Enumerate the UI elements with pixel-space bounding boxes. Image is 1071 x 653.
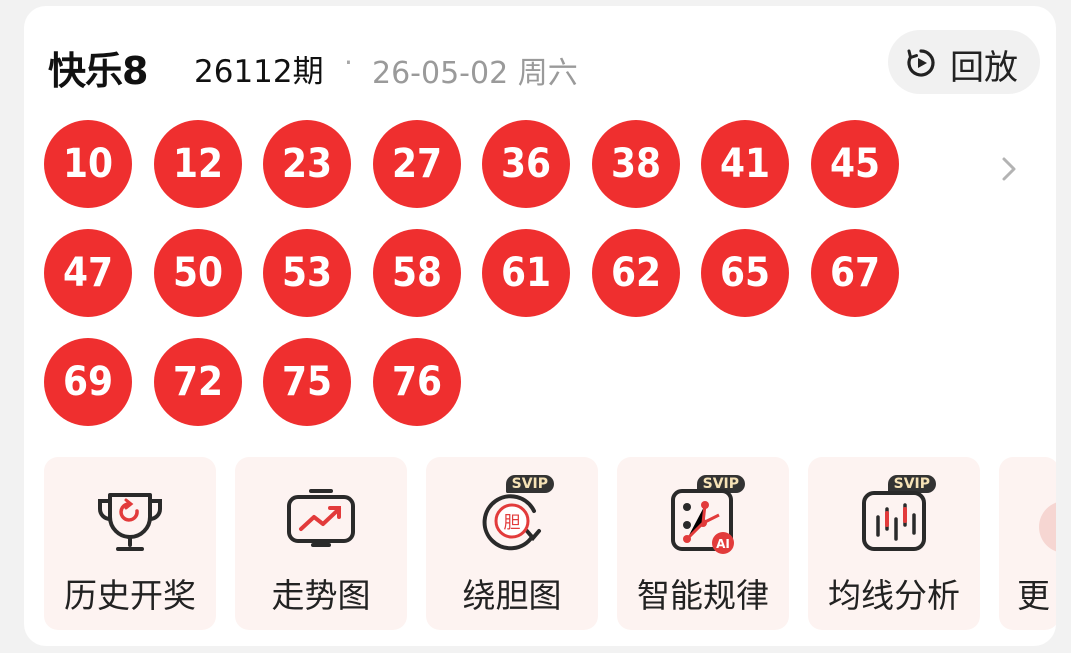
draw-date: 26-05-02 周六 xyxy=(372,56,578,91)
replay-icon xyxy=(907,49,935,77)
number-ball: 76 xyxy=(373,338,461,426)
feature-shortcuts: 历史开奖 走势图 SVIP 胆 绕胆图 SVIP AI 智能规律 SVIP 均线… xyxy=(44,457,1056,630)
ai-pattern-icon: AI xyxy=(671,489,734,554)
feature-trend-label: 走势图 xyxy=(271,576,371,615)
separator-dot: · xyxy=(344,46,353,79)
feature-ai-pattern-label: 智能规律 xyxy=(637,576,769,615)
feature-ai-pattern[interactable]: SVIP AI 智能规律 xyxy=(617,457,789,630)
issue-number: 26112期 xyxy=(194,54,324,90)
feature-more-label: 更 xyxy=(1017,576,1050,615)
feature-history-label: 历史开奖 xyxy=(64,576,196,615)
number-ball: 50 xyxy=(154,229,242,317)
trend-chart-icon xyxy=(287,489,355,547)
number-ball: 47 xyxy=(44,229,132,317)
number-ball: 10 xyxy=(44,120,132,208)
trophy-icon xyxy=(98,493,162,551)
number-ball: 45 xyxy=(811,120,899,208)
number-ball: 75 xyxy=(263,338,351,426)
number-ball: 27 xyxy=(373,120,461,208)
svg-text:AI: AI xyxy=(716,537,730,551)
number-ball: 41 xyxy=(701,120,789,208)
svg-text:胆: 胆 xyxy=(504,513,521,533)
cycle-dan-icon: 胆 xyxy=(482,494,541,551)
number-ball: 69 xyxy=(44,338,132,426)
number-ball: 53 xyxy=(263,229,351,317)
number-ball: 23 xyxy=(263,120,351,208)
lottery-result-card: 快乐8 26112期 · 26-05-02 周六 回放 10 12 23 27 … xyxy=(24,6,1056,646)
replay-label: 回放 xyxy=(950,48,1018,88)
number-ball: 12 xyxy=(154,120,242,208)
feature-moving-average-label: 均线分析 xyxy=(828,576,960,615)
number-ball: 61 xyxy=(482,229,570,317)
number-ball: 72 xyxy=(154,338,242,426)
feature-dan[interactable]: SVIP 胆 绕胆图 xyxy=(426,457,598,630)
feature-history[interactable]: 历史开奖 xyxy=(44,457,216,630)
number-ball: 65 xyxy=(701,229,789,317)
chevron-right-icon[interactable] xyxy=(996,154,1022,184)
feature-trend[interactable]: 走势图 xyxy=(235,457,407,630)
result-header: 快乐8 26112期 · 26-05-02 周六 回放 xyxy=(48,30,1040,96)
feature-moving-average[interactable]: SVIP 均线分析 xyxy=(808,457,980,630)
replay-button[interactable]: 回放 xyxy=(888,30,1040,94)
more-icon xyxy=(1039,502,1056,552)
number-ball: 67 xyxy=(811,229,899,317)
number-ball: 36 xyxy=(482,120,570,208)
number-ball: 62 xyxy=(592,229,680,317)
feature-more[interactable]: 更 xyxy=(999,457,1056,630)
number-ball: 58 xyxy=(373,229,461,317)
feature-dan-label: 绕胆图 xyxy=(462,576,562,615)
moving-average-icon xyxy=(862,491,926,551)
number-ball: 38 xyxy=(592,120,680,208)
lottery-title: 快乐8 xyxy=(48,49,148,93)
